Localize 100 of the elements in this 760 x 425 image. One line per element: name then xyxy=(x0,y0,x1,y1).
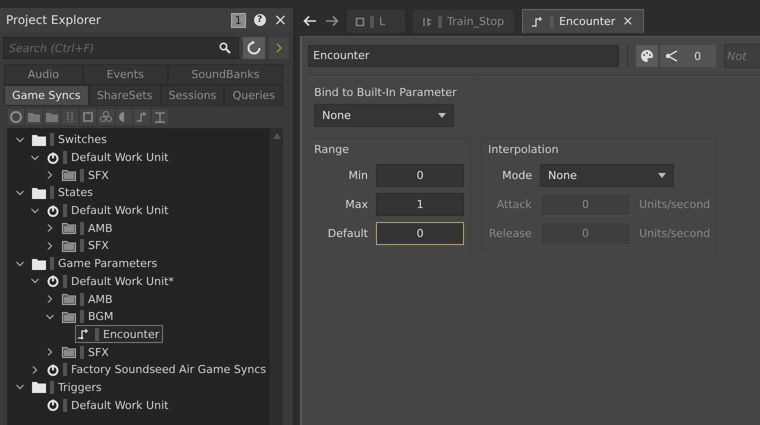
help-button[interactable]: ? xyxy=(254,14,266,26)
tree-item[interactable]: Switches xyxy=(30,130,111,149)
parameter-icon xyxy=(77,328,91,340)
color-swatch xyxy=(63,204,67,218)
folder-icon xyxy=(32,381,46,394)
editor-tab[interactable]: L xyxy=(347,10,406,33)
tree-item[interactable]: Game Parameters xyxy=(30,254,162,273)
tree-item[interactable]: Encounter xyxy=(75,325,164,344)
tree-item[interactable]: Default Work Unit xyxy=(45,396,172,414)
mode-dropdown[interactable]: None xyxy=(540,164,674,187)
editor-tab[interactable]: Encounter × xyxy=(522,9,644,33)
color-swatch xyxy=(80,222,84,235)
chevron-icon xyxy=(275,43,284,53)
power-icon[interactable] xyxy=(8,109,24,125)
chevron-icon[interactable] xyxy=(45,312,55,322)
tree-item[interactable]: AMB xyxy=(60,290,117,308)
unit-label: Units/second xyxy=(639,227,710,240)
search-field[interactable]: Search (Ctrl+F) xyxy=(3,37,240,59)
references-button[interactable]: 0 xyxy=(660,45,716,67)
scrollbar[interactable] xyxy=(270,128,284,425)
tree-item[interactable]: SFX xyxy=(60,166,113,184)
chevron-icon[interactable] xyxy=(45,240,55,251)
number-field[interactable]: 0 xyxy=(376,164,464,187)
color-swatch xyxy=(80,168,84,182)
tree-item[interactable]: Triggers xyxy=(30,378,106,396)
power-icon xyxy=(47,275,59,288)
panel-tab[interactable]: Game Syncs xyxy=(4,85,89,106)
section-label: Bind to Built-In Parameter xyxy=(314,86,458,99)
folder-icon xyxy=(32,134,46,146)
tree-item[interactable]: Default Work Unit xyxy=(45,202,172,220)
forward-arrow-icon[interactable] xyxy=(325,15,340,27)
folder-icon xyxy=(32,186,46,199)
panel-tab[interactable]: ShareSets xyxy=(88,85,161,106)
square-icon[interactable] xyxy=(80,109,96,125)
panel-tab[interactable]: Audio xyxy=(4,64,83,85)
folder-icon xyxy=(62,310,76,323)
editor-tab[interactable]: Train_Stop xyxy=(413,10,514,33)
sync-button[interactable] xyxy=(243,37,266,59)
layout-badge[interactable]: 1 xyxy=(230,12,246,28)
number-field[interactable]: 1 xyxy=(376,193,464,216)
folder-icon xyxy=(62,222,76,234)
close-button[interactable]: × xyxy=(622,14,634,29)
tree-item[interactable]: Factory Soundseed Air Game Syncs xyxy=(45,360,270,379)
power-icon xyxy=(47,204,59,217)
search-icon xyxy=(219,42,232,54)
unit-label: Units/second xyxy=(639,198,710,211)
field-label: Mode xyxy=(501,169,532,182)
field-label: Attack xyxy=(496,198,532,211)
number-field[interactable]: 0 xyxy=(376,222,464,245)
close-button[interactable]: × xyxy=(274,13,288,27)
refresh-icon xyxy=(246,40,262,56)
chevron-icon[interactable] xyxy=(30,364,40,375)
tree-item[interactable]: Default Work Unit* xyxy=(45,272,178,290)
tree-item[interactable]: SFX xyxy=(60,343,113,362)
color-swatch xyxy=(63,151,67,164)
text-icon[interactable] xyxy=(152,109,168,125)
color-swatch xyxy=(50,257,54,270)
panel-tab[interactable]: Queries xyxy=(224,85,284,106)
panel-tab[interactable]: SoundBanks xyxy=(168,64,284,85)
chevron-icon[interactable] xyxy=(30,206,40,216)
tree-item[interactable]: SFX xyxy=(60,236,113,255)
chevron-icon[interactable] xyxy=(15,258,25,269)
tree-item[interactable]: BGM xyxy=(60,308,118,326)
chevron-icon[interactable] xyxy=(30,152,40,163)
folder-icon xyxy=(32,258,46,270)
field-label: Max xyxy=(344,198,368,211)
tree-item[interactable]: AMB xyxy=(60,219,117,238)
folder-icon xyxy=(62,346,76,358)
power-icon xyxy=(47,152,59,164)
chevron-icon[interactable] xyxy=(15,134,25,145)
tree-item[interactable]: Default Work Unit xyxy=(45,148,172,167)
color-swatch xyxy=(50,186,54,200)
nodes-icon[interactable] xyxy=(98,109,114,125)
palette-button[interactable] xyxy=(636,45,658,67)
palette-icon xyxy=(640,49,654,63)
field-label: Min xyxy=(347,169,368,182)
back-arrow-icon[interactable] xyxy=(303,15,318,27)
expand-button[interactable] xyxy=(269,37,290,59)
chevron-icon[interactable] xyxy=(45,170,55,180)
power-icon xyxy=(47,399,59,412)
chevron-icon[interactable] xyxy=(45,223,55,234)
chevron-icon[interactable] xyxy=(45,347,55,358)
panel-tab[interactable]: Sessions xyxy=(160,85,224,106)
caret-icon xyxy=(438,113,446,118)
notes-field[interactable]: Not xyxy=(724,44,760,68)
color-swatch xyxy=(63,398,67,412)
name-field[interactable]: Encounter xyxy=(308,45,620,67)
color-swatch xyxy=(80,310,84,324)
color-swatch xyxy=(80,346,84,359)
caret-icon xyxy=(658,173,666,178)
chevron-icon[interactable] xyxy=(45,294,55,304)
parameter-icon[interactable] xyxy=(134,109,150,125)
folder-icon xyxy=(62,240,76,252)
tree-item[interactable]: States xyxy=(30,184,97,202)
chevron-icon[interactable] xyxy=(15,188,25,198)
bind-dropdown[interactable]: None xyxy=(314,104,454,127)
color-swatch xyxy=(95,328,99,341)
color-swatch xyxy=(63,363,67,376)
panel-tab[interactable]: Events xyxy=(82,64,168,85)
folder-icon xyxy=(62,169,76,182)
